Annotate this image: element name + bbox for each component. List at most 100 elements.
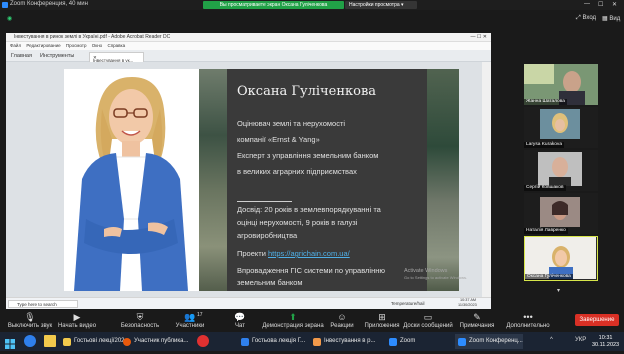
- slide-role-line: Оцінювач землі та нерухомості: [237, 119, 346, 128]
- participant-tile[interactable]: Сергій Ковшаков: [524, 150, 598, 191]
- maximize-icon[interactable]: ☐: [598, 1, 603, 8]
- slide-text-panel: Оксана Гуліченкова Оцінювач землі та нер…: [227, 69, 427, 291]
- share-arrow-icon: ⬆: [289, 312, 297, 322]
- acrobat-title: Інвестування в ринок землі в Україні.pdf…: [14, 34, 171, 40]
- zoom-logo-icon: [2, 2, 8, 8]
- participant-tile[interactable]: Larysa Kurakova: [524, 107, 598, 148]
- participant-tile[interactable]: Жанна Шаталова: [524, 64, 598, 105]
- zoom-title-bar: Zoom Конференция, 40 мин Вы просматривае…: [0, 0, 624, 10]
- speaker-photo: [64, 69, 199, 291]
- slide-gis-line: Впровадження ГІС системи по управлінню: [237, 266, 385, 275]
- camera-icon: ▶: [73, 312, 81, 322]
- slide-gis-line: земельним банком: [237, 278, 303, 287]
- slide-role-line: в великих аграрних підприємствах: [237, 167, 357, 176]
- notes-icon: ✎: [473, 312, 481, 322]
- participant-video: [525, 237, 596, 279]
- view-button[interactable]: ▦ Вид: [602, 15, 620, 22]
- menu-window[interactable]: Окно: [92, 42, 102, 50]
- participant-name: Larysa Kurakova: [524, 142, 564, 148]
- more-button[interactable]: ••• Дополнительно: [498, 310, 558, 330]
- microphone-icon: 🎙: [24, 312, 36, 322]
- acrobat-scrollbar[interactable]: [482, 62, 491, 297]
- taskbar-app[interactable]: Участник публика...: [120, 334, 188, 349]
- view-label: Вид: [609, 16, 621, 22]
- windows-start-icon[interactable]: [5, 336, 15, 349]
- slide-role-line: компанії «Ernst & Yang»: [237, 135, 320, 144]
- taskbar-clock[interactable]: 10:31 30.11.2023: [592, 335, 619, 349]
- slide-divider: [237, 201, 292, 202]
- taskbar-app-label: Інвестування в р...: [324, 338, 376, 344]
- remote-weather: Temperature/hail: [391, 301, 425, 306]
- activate-windows-watermark: Activate Windows: [404, 268, 448, 274]
- zoom-toolbar: 🎙 Выключить звук ▶ Начать видео ⛨ Безопа…: [0, 310, 624, 332]
- projects-link[interactable]: https://agrichain.com.ua/: [268, 249, 350, 258]
- participant-tile[interactable]: Наталія Лавренко: [524, 193, 598, 234]
- screen-share-banner: Вы просматриваете экран Оксана Гуліченко…: [203, 1, 344, 9]
- acrobat-menu-bar: Файл Редактирование Просмотр Окно Справк…: [6, 42, 491, 50]
- menu-edit[interactable]: Редактирование: [26, 42, 60, 50]
- people-icon: 👥: [184, 312, 196, 322]
- chat-label: Чат: [235, 323, 245, 329]
- taskbar-app-label: Zoom Конференц...: [469, 338, 523, 344]
- remote-date: 11/30/2023: [458, 303, 477, 307]
- remote-search-text: Type here to search: [17, 302, 57, 307]
- tab-home[interactable]: Главная: [11, 53, 32, 59]
- smile-icon: ☺: [337, 312, 347, 322]
- tab-document[interactable]: Інвестування в ук... ✕: [89, 52, 144, 63]
- taskbar-app-label: Участник публика...: [134, 338, 189, 344]
- minimize-icon[interactable]: —: [584, 1, 590, 7]
- file-explorer-icon[interactable]: [44, 335, 56, 347]
- end-meeting-button[interactable]: Завершение: [575, 314, 619, 326]
- menu-file[interactable]: Файл: [10, 42, 21, 50]
- participant-name: Оксана Гуліченкова: [525, 274, 573, 280]
- slide-experience-line: оцінці нерухомості, 9 років в галузі: [237, 218, 358, 227]
- forest-strip-left: [199, 69, 227, 291]
- opera-icon[interactable]: [197, 335, 209, 347]
- participant-tile-active-speaker[interactable]: Оксана Гуліченкова: [524, 236, 598, 281]
- menu-help[interactable]: Справка: [107, 42, 125, 50]
- acrobat-tabs: Главная Инструменты Інвестування в ук...…: [6, 50, 491, 63]
- enter-button[interactable]: ⤢ Вход: [576, 15, 596, 22]
- remote-windows-taskbar: Type here to search Temperature/hail 10:…: [6, 297, 491, 309]
- taskbar-app-label: Zoom: [400, 338, 416, 344]
- chat-button[interactable]: 💬 Чат: [210, 310, 270, 330]
- video-label: Начать видео: [57, 323, 97, 329]
- taskbar-time: 10:31: [598, 335, 613, 341]
- slide-experience-line: агровиробництва: [237, 231, 298, 240]
- window-title: Zoom Конференция, 40 мин: [10, 1, 88, 7]
- info-shield-icon[interactable]: ◉: [7, 15, 12, 22]
- participant-name: Сергій Ковшаков: [524, 185, 566, 191]
- tray-arrow-icon[interactable]: ^: [550, 337, 553, 343]
- activate-windows-subtext: Go to Settings to activate Windows.: [404, 275, 468, 280]
- participant-name: Жанна Шаталова: [524, 99, 567, 105]
- speaker-portrait-illustration: [64, 69, 199, 291]
- remote-time: 10:37 AM: [460, 298, 477, 302]
- more-dots-icon: •••: [523, 312, 533, 322]
- taskbar-app[interactable]: Гостьова лекція Г...: [238, 334, 305, 349]
- close-icon[interactable]: ✕: [612, 1, 617, 8]
- chat-icon: 💬: [234, 312, 246, 322]
- edge-icon[interactable]: [24, 335, 36, 347]
- taskbar-app[interactable]: Zoom: [386, 334, 415, 349]
- participants-count: 17: [197, 312, 203, 318]
- slide-speaker-name: Оксана Гуліченкова: [237, 84, 377, 99]
- start-video-button[interactable]: ▶ Начать видео: [47, 310, 107, 330]
- acrobat-title-bar: Інвестування в ринок землі в Україні.pdf…: [6, 33, 491, 42]
- forest-strip-right: [427, 69, 459, 291]
- projects-label: Проекти: [237, 249, 266, 258]
- taskbar-app[interactable]: Інвестування в р...: [310, 334, 375, 349]
- taskbar-app-label: Гостьова лекція Г...: [252, 338, 306, 344]
- participants-page-arrow-icon[interactable]: ▾: [557, 287, 560, 294]
- shield-icon: ⛨: [136, 312, 144, 322]
- language-indicator[interactable]: УКР: [575, 337, 586, 343]
- remote-search-box[interactable]: Type here to search: [8, 300, 78, 308]
- menu-view[interactable]: Просмотр: [66, 42, 87, 50]
- whiteboard-icon: ▭: [423, 312, 433, 322]
- tab-tools[interactable]: Инструменты: [40, 53, 74, 59]
- view-settings-label: Настройки просмотра: [349, 2, 400, 8]
- view-settings-button[interactable]: Настройки просмотра ▾: [345, 1, 417, 9]
- taskbar-app-active[interactable]: Zoom Конференц...: [455, 334, 523, 349]
- enter-label: Вход: [582, 15, 597, 21]
- windows-taskbar: Гостьові лекції202... Участник публика..…: [0, 332, 624, 351]
- acrobat-window-controls-icon[interactable]: — ☐ ✕: [471, 33, 487, 42]
